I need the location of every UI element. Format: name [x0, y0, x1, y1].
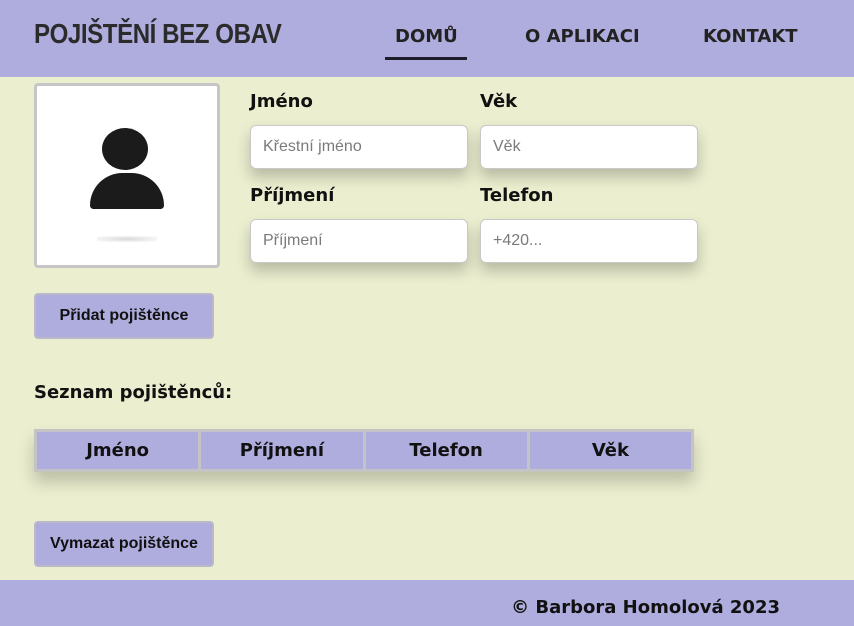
column-header-last-name[interactable]: Příjmení [201, 432, 366, 469]
last-name-label: Příjmení [250, 185, 335, 206]
nav-home[interactable]: DOMŮ [395, 26, 458, 47]
header: POJIŠTĚNÍ BEZ OBAV DOMŮ O APLIKACI KONTA… [0, 0, 854, 77]
age-input[interactable] [480, 125, 698, 169]
brand-title: POJIŠTĚNÍ BEZ OBAV [34, 18, 282, 49]
column-header-first-name[interactable]: Jméno [37, 432, 202, 469]
add-insured-button[interactable]: Přidat pojištěnce [34, 293, 214, 339]
first-name-label: Jméno [250, 91, 313, 112]
nav-contact[interactable]: KONTAKT [703, 26, 798, 47]
last-name-input[interactable] [250, 219, 468, 263]
clear-insured-button[interactable]: Vymazat pojištěnce [34, 521, 214, 567]
phone-input[interactable] [480, 219, 698, 263]
list-title: Seznam pojištěnců: [34, 382, 233, 403]
column-header-age[interactable]: Věk [530, 432, 691, 469]
user-icon-body [90, 173, 164, 209]
user-icon-head [102, 128, 148, 170]
avatar-shadow [97, 236, 157, 242]
table-header: Jméno Příjmení Telefon Věk [34, 429, 694, 472]
avatar [34, 83, 220, 268]
column-header-phone[interactable]: Telefon [366, 432, 530, 469]
footer: © Barbora Homolová 2023 [0, 580, 854, 626]
nav-active-indicator [385, 57, 467, 60]
nav-about[interactable]: O APLIKACI [525, 26, 640, 47]
first-name-input[interactable] [250, 125, 468, 169]
age-label: Věk [480, 91, 518, 112]
phone-label: Telefon [480, 185, 554, 206]
footer-copyright: © Barbora Homolová 2023 [511, 597, 780, 618]
